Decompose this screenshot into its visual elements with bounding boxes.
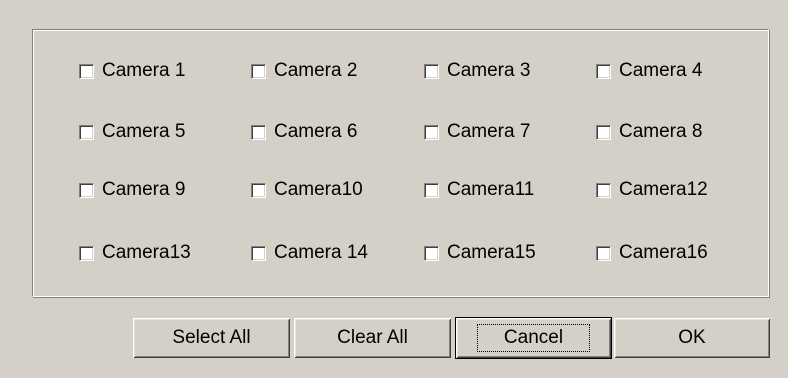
checkbox-box[interactable] <box>596 63 611 79</box>
cancel-button[interactable]: Cancel <box>456 318 611 358</box>
camera-10-checkbox[interactable]: Camera10 <box>251 177 363 203</box>
camera-9-label: Camera 9 <box>102 179 186 200</box>
camera-16-label: Camera16 <box>619 242 708 263</box>
camera-6-label: Camera 6 <box>274 121 358 142</box>
camera-select-dialog: Camera 1 Camera 2 Camera 3 Camera 4 Came… <box>0 0 788 378</box>
camera-13-label: Camera13 <box>102 242 191 263</box>
camera-15-label: Camera15 <box>447 242 536 263</box>
camera-16-checkbox[interactable]: Camera16 <box>596 240 708 266</box>
ok-button[interactable]: OK <box>614 318 770 358</box>
camera-7-label: Camera 7 <box>447 121 531 142</box>
camera-12-checkbox[interactable]: Camera12 <box>596 177 708 203</box>
camera-12-label: Camera12 <box>619 179 708 200</box>
camera-1-checkbox[interactable]: Camera 1 <box>79 58 185 84</box>
camera-3-checkbox[interactable]: Camera 3 <box>424 58 530 84</box>
checkbox-box[interactable] <box>251 124 266 140</box>
checkbox-box[interactable] <box>79 245 94 261</box>
checkbox-box[interactable] <box>596 182 611 198</box>
checkbox-box[interactable] <box>79 124 94 140</box>
camera-4-label: Camera 4 <box>619 60 703 81</box>
camera-10-label: Camera10 <box>274 179 363 200</box>
checkbox-box[interactable] <box>424 63 439 79</box>
camera-6-checkbox[interactable]: Camera 6 <box>251 119 357 145</box>
camera-1-label: Camera 1 <box>102 60 186 81</box>
camera-13-checkbox[interactable]: Camera13 <box>79 240 191 266</box>
camera-5-label: Camera 5 <box>102 121 186 142</box>
camera-14-checkbox[interactable]: Camera 14 <box>251 240 368 266</box>
camera-3-label: Camera 3 <box>447 60 531 81</box>
checkbox-box[interactable] <box>79 63 94 79</box>
checkbox-box[interactable] <box>596 245 611 261</box>
camera-2-label: Camera 2 <box>274 60 358 81</box>
camera-9-checkbox[interactable]: Camera 9 <box>79 177 185 203</box>
checkbox-box[interactable] <box>596 124 611 140</box>
clear-all-button[interactable]: Clear All <box>294 318 451 358</box>
checkbox-box[interactable] <box>251 182 266 198</box>
camera-14-label: Camera 14 <box>274 242 368 263</box>
camera-4-checkbox[interactable]: Camera 4 <box>596 58 702 84</box>
checkbox-box[interactable] <box>424 245 439 261</box>
checkbox-box[interactable] <box>79 182 94 198</box>
checkbox-box[interactable] <box>251 245 266 261</box>
checkbox-box[interactable] <box>424 124 439 140</box>
camera-7-checkbox[interactable]: Camera 7 <box>424 119 530 145</box>
checkbox-box[interactable] <box>424 182 439 198</box>
camera-5-checkbox[interactable]: Camera 5 <box>79 119 185 145</box>
camera-2-checkbox[interactable]: Camera 2 <box>251 58 357 84</box>
camera-11-checkbox[interactable]: Camera11 <box>424 177 534 203</box>
cancel-button-label: Cancel <box>476 324 591 352</box>
camera-8-checkbox[interactable]: Camera 8 <box>596 119 702 145</box>
camera-15-checkbox[interactable]: Camera15 <box>424 240 536 266</box>
select-all-button[interactable]: Select All <box>133 318 290 358</box>
camera-11-label: Camera11 <box>447 179 535 200</box>
camera-8-label: Camera 8 <box>619 121 703 142</box>
checkbox-box[interactable] <box>251 63 266 79</box>
